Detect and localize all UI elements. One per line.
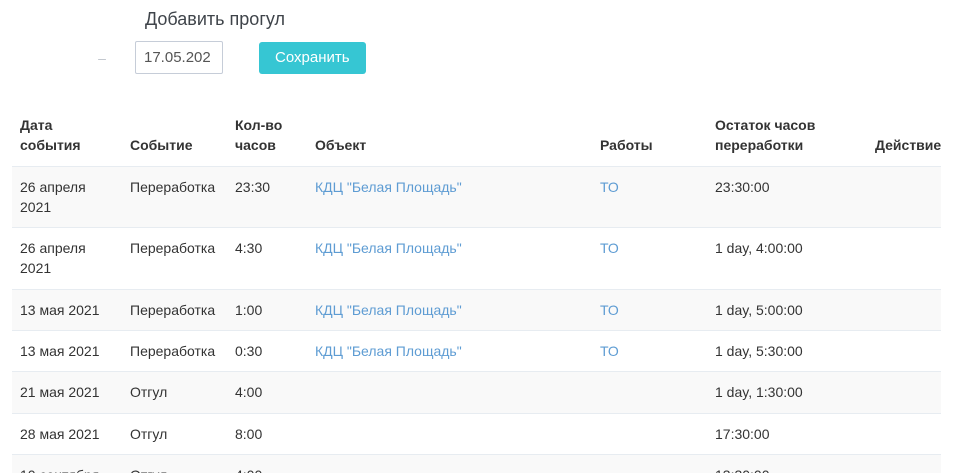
cell-event: Отгул <box>122 413 227 454</box>
cell-remainder: 23:30:00 <box>707 166 867 228</box>
cell-object <box>307 413 592 454</box>
cell-event: Отгул <box>122 372 227 413</box>
cell-event-date: 21 мая 2021 <box>12 372 122 413</box>
cell-event-date: 26 апреля 2021 <box>12 166 122 228</box>
form-row: – Сохранить <box>0 41 953 74</box>
cell-object: КДЦ "Белая Площадь" <box>307 289 592 330</box>
add-absence-form: Добавить прогул – Сохранить <box>0 0 953 74</box>
cell-remainder: 1 day, 5:00:00 <box>707 289 867 330</box>
column-header-hours: Кол-во часов <box>227 107 307 166</box>
save-button[interactable]: Сохранить <box>259 42 366 74</box>
cell-works-link[interactable]: ТО <box>600 302 619 318</box>
cell-remainder: 13:30:00 <box>707 454 867 473</box>
records-table: Дата события Событие Кол-во часов Объект… <box>12 107 941 473</box>
cell-event-date: 10 сентября 2021 <box>12 454 122 473</box>
cell-hours: 23:30 <box>227 166 307 228</box>
column-header-action: Действие <box>867 107 941 166</box>
cell-works <box>592 372 707 413</box>
cell-remainder: 17:30:00 <box>707 413 867 454</box>
table-row: 26 апреля 2021Переработка23:30 КДЦ "Белая… <box>12 166 941 228</box>
cell-event: Переработка <box>122 331 227 372</box>
cell-event-date: 28 мая 2021 <box>12 413 122 454</box>
table-row: 13 мая 2021Переработка1:00 КДЦ "Белая Пло… <box>12 289 941 330</box>
cell-hours: 4:30 <box>227 228 307 290</box>
cell-works <box>592 413 707 454</box>
cell-hours: 0:30 <box>227 331 307 372</box>
cell-event-date: 13 мая 2021 <box>12 289 122 330</box>
form-title: Добавить прогул <box>145 9 953 30</box>
cell-works: ТО <box>592 166 707 228</box>
cell-hours: 8:00 <box>227 413 307 454</box>
cell-event-date: 26 апреля 2021 <box>12 228 122 290</box>
cell-object-link[interactable]: КДЦ "Белая Площадь" <box>315 240 462 256</box>
cell-hours: 4:00 <box>227 454 307 473</box>
cell-action <box>867 331 941 372</box>
cell-remainder: 1 day, 4:00:00 <box>707 228 867 290</box>
cell-event: Отгул <box>122 454 227 473</box>
cell-event: Переработка <box>122 289 227 330</box>
cell-action <box>867 228 941 290</box>
table-row: 28 мая 2021Отгул8:00 17:30:00 <box>12 413 941 454</box>
cell-action <box>867 289 941 330</box>
cell-remainder: 1 day, 5:30:00 <box>707 331 867 372</box>
cell-object-link[interactable]: КДЦ "Белая Площадь" <box>315 179 462 195</box>
date-range-dash: – <box>96 50 108 66</box>
cell-works-link[interactable]: ТО <box>600 343 619 359</box>
column-header-object: Объект <box>307 107 592 166</box>
cell-object <box>307 454 592 473</box>
column-header-works: Работы <box>592 107 707 166</box>
column-header-event-date: Дата события <box>12 107 122 166</box>
cell-works-link[interactable]: ТО <box>600 240 619 256</box>
cell-object-link[interactable]: КДЦ "Белая Площадь" <box>315 302 462 318</box>
cell-action <box>867 454 941 473</box>
table-header-row: Дата события Событие Кол-во часов Объект… <box>12 107 941 166</box>
cell-remainder: 1 day, 1:30:00 <box>707 372 867 413</box>
table-body: 26 апреля 2021Переработка23:30КДЦ "Белая… <box>12 166 941 473</box>
cell-works-link[interactable]: ТО <box>600 179 619 195</box>
cell-event-date: 13 мая 2021 <box>12 331 122 372</box>
cell-object-link[interactable]: КДЦ "Белая Площадь" <box>315 343 462 359</box>
cell-object: КДЦ "Белая Площадь" <box>307 166 592 228</box>
column-header-remainder: Остаток часов переработки <box>707 107 867 166</box>
cell-hours: 4:00 <box>227 372 307 413</box>
table-row: 13 мая 2021Переработка0:30 КДЦ "Белая Пло… <box>12 331 941 372</box>
cell-works: ТО <box>592 331 707 372</box>
cell-action <box>867 166 941 228</box>
date-input[interactable] <box>135 41 223 74</box>
column-header-event: Событие <box>122 107 227 166</box>
cell-object: КДЦ "Белая Площадь" <box>307 331 592 372</box>
cell-works <box>592 454 707 473</box>
table-row: 26 апреля 2021Переработка4:30 КДЦ "Белая … <box>12 228 941 290</box>
cell-object: КДЦ "Белая Площадь" <box>307 228 592 290</box>
cell-works: ТО <box>592 289 707 330</box>
cell-action <box>867 372 941 413</box>
table-row: 10 сентября 2021Отгул4:00 13:30:00 <box>12 454 941 473</box>
cell-hours: 1:00 <box>227 289 307 330</box>
cell-action <box>867 413 941 454</box>
cell-object <box>307 372 592 413</box>
cell-works: ТО <box>592 228 707 290</box>
cell-event: Переработка <box>122 228 227 290</box>
cell-event: Переработка <box>122 166 227 228</box>
table-row: 21 мая 2021Отгул4:00 1 day, 1:30:00 <box>12 372 941 413</box>
